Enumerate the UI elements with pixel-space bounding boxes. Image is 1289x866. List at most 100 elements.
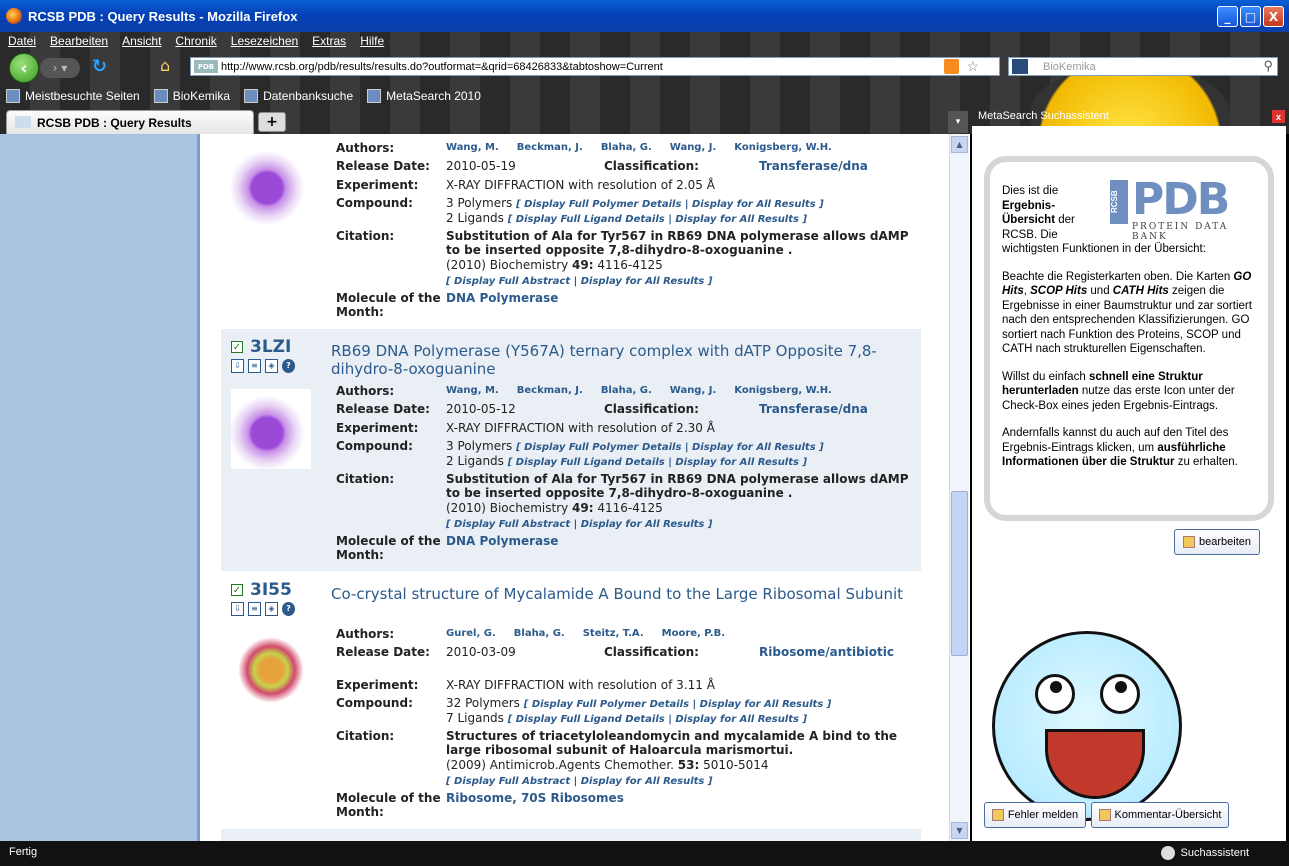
menu-chronik[interactable]: Chronik — [175, 34, 216, 48]
author-link[interactable]: Konigsberg, W.H. — [734, 385, 832, 396]
release-date: 2010-05-12 — [446, 402, 516, 416]
viewer-icon[interactable]: ◈ — [265, 359, 278, 373]
tab-query-results[interactable]: RCSB PDB : Query Results — [6, 110, 254, 134]
classification-link[interactable]: Transferase/dna — [759, 402, 868, 416]
author-link[interactable]: Blaha, G. — [601, 385, 652, 396]
menu-ansicht[interactable]: Ansicht — [122, 34, 161, 48]
structure-thumbnail[interactable] — [231, 630, 311, 710]
structure-thumbnail[interactable] — [231, 144, 311, 224]
menu-bearbeiten[interactable]: Bearbeiten — [50, 34, 108, 48]
maximize-button[interactable]: □ — [1240, 6, 1261, 27]
back-button[interactable]: ‹ — [9, 53, 39, 83]
polymer-details-links[interactable]: [ Display Full Polymer Details | Display… — [516, 199, 824, 210]
result-title-link[interactable]: Co-crystal structure of Mycalamide A Bou… — [331, 585, 911, 603]
result-checkbox[interactable]: ✓ — [231, 584, 243, 596]
compound-polymers: 3 Polymers [ Display Full Polymer Detail… — [446, 439, 824, 453]
bookmark-metasearch[interactable]: MetaSearch 2010 — [367, 89, 481, 103]
polymer-details-links[interactable]: [ Display Full Polymer Details | Display… — [516, 442, 824, 453]
biokemika-icon — [153, 89, 168, 103]
scroll-thumb[interactable] — [951, 491, 968, 656]
abstract-links[interactable]: [ Display Full Abstract | Display for Al… — [446, 273, 712, 287]
author-link[interactable]: Blaha, G. — [514, 628, 565, 639]
url-bar[interactable]: PDB http://www.rcsb.org/pdb/results/resu… — [190, 57, 1000, 76]
home-icon[interactable]: ⌂ — [160, 56, 182, 78]
search-bar[interactable]: BioKemika ⚲ — [1008, 57, 1278, 76]
document-icon[interactable]: ≡ — [248, 602, 261, 616]
author-link[interactable]: Wang, M. — [446, 142, 499, 153]
menu-lesezeichen[interactable]: Lesezeichen — [231, 34, 298, 48]
author-link[interactable]: Beckman, J. — [517, 385, 583, 396]
ligand-details-links[interactable]: [ Display Full Ligand Details | Display … — [508, 457, 807, 468]
experiment-value: X-RAY DIFFRACTION with resolution of 2.3… — [446, 421, 715, 435]
bookmark-star-icon[interactable]: ☆ — [966, 58, 979, 75]
forward-button[interactable]: › ▾ — [40, 58, 80, 78]
vertical-scrollbar[interactable]: ▲ ▼ — [949, 134, 969, 841]
edit-button[interactable]: bearbeiten — [1174, 529, 1260, 555]
search-assistant-status[interactable]: Suchassistent — [1160, 846, 1249, 860]
structure-thumbnail[interactable] — [231, 389, 311, 469]
ligand-details-links[interactable]: [ Display Full Ligand Details | Display … — [508, 714, 807, 725]
molecule-link[interactable]: DNA Polymerase — [446, 534, 558, 548]
authors-list: Gurel, G. Blaha, G. Steitz, T.A. Moore, … — [446, 628, 725, 639]
author-link[interactable]: Wang, M. — [446, 385, 499, 396]
folder-icon — [6, 89, 20, 103]
help-icon[interactable]: ? — [282, 602, 295, 616]
close-sidebar-button[interactable]: x — [1272, 110, 1285, 123]
bookmark-most-visited[interactable]: Meistbesuchte Seiten — [6, 89, 140, 103]
citation-label: Citation: — [336, 729, 395, 743]
author-link[interactable]: Wang, J. — [670, 142, 717, 153]
pdb-id-link[interactable]: 3I55 — [250, 580, 292, 600]
scroll-up-button[interactable]: ▲ — [951, 136, 968, 153]
classification-link[interactable]: Transferase/dna — [759, 159, 868, 173]
classification-link[interactable]: Ribosome/antibiotic — [759, 645, 894, 659]
menu-datei[interactable]: Datei — [8, 34, 36, 48]
menu-hilfe[interactable]: Hilfe — [360, 34, 384, 48]
forward-arrow-icon: › ▾ — [52, 61, 68, 75]
rss-icon[interactable] — [944, 59, 959, 74]
comment-icon — [1098, 809, 1111, 821]
tab-list-button[interactable]: ▾ — [948, 111, 968, 133]
report-error-button[interactable]: Fehler melden — [984, 802, 1086, 828]
results-list: Authors: Wang, M. Beckman, J. Blaha, G. … — [206, 134, 948, 841]
molecule-link[interactable]: DNA Polymerase — [446, 291, 558, 305]
abstract-links[interactable]: [ Display Full Abstract | Display for Al… — [446, 516, 712, 530]
molecule-link[interactable]: Ribosome, 70S Ribosomes — [446, 791, 624, 805]
polymer-details-links[interactable]: [ Display Full Polymer Details | Display… — [524, 699, 832, 710]
author-link[interactable]: Blaha, G. — [601, 142, 652, 153]
bookmark-biokemika[interactable]: BioKemika — [153, 89, 230, 103]
citation-reference: (2009) Antimicrob.Agents Chemother. 53: … — [446, 758, 769, 772]
author-link[interactable]: Steitz, T.A. — [583, 628, 644, 639]
window-title: RCSB PDB : Query Results - Mozilla Firef… — [28, 8, 298, 24]
author-link[interactable]: Wang, J. — [670, 385, 717, 396]
search-engine-icon[interactable] — [1012, 59, 1028, 74]
search-icon[interactable]: ⚲ — [1263, 58, 1273, 74]
new-tab-button[interactable]: + — [258, 112, 286, 132]
help-icon[interactable]: ? — [282, 359, 295, 373]
authors-label: Authors: — [336, 384, 395, 398]
menu-bar: Datei Bearbeiten Ansicht Chronik Lesezei… — [0, 32, 384, 50]
document-icon[interactable]: ≡ — [248, 359, 261, 373]
bookmark-datenbanksuche[interactable]: Datenbanksuche — [244, 89, 353, 103]
ligand-details-links[interactable]: [ Display Full Ligand Details | Display … — [508, 214, 807, 225]
author-link[interactable]: Konigsberg, W.H. — [734, 142, 832, 153]
download-icon[interactable]: ⇩ — [231, 359, 244, 373]
author-link[interactable]: Beckman, J. — [517, 142, 583, 153]
viewer-icon[interactable]: ◈ — [265, 602, 278, 616]
reload-icon[interactable]: ↻ — [92, 56, 114, 78]
minimize-button[interactable]: _ — [1217, 6, 1238, 27]
abstract-links[interactable]: [ Display Full Abstract | Display for Al… — [446, 773, 712, 787]
site-favicon: PDB — [194, 60, 218, 73]
scroll-down-button[interactable]: ▼ — [951, 822, 968, 839]
author-link[interactable]: Moore, P.B. — [662, 628, 725, 639]
result-checkbox[interactable]: ✓ — [231, 341, 243, 353]
download-icon[interactable]: ⇩ — [231, 602, 244, 616]
menu-extras[interactable]: Extras — [312, 34, 346, 48]
close-window-button[interactable]: X — [1263, 6, 1284, 27]
pdb-id-link[interactable]: 3LZI — [250, 337, 291, 357]
help-paragraph-3: Willst du einfach schnell eine Struktur … — [1002, 370, 1235, 412]
author-link[interactable]: Gurel, G. — [446, 628, 496, 639]
molecule-label-2: Month: — [336, 305, 384, 319]
molecule-label-1: Molecule of the — [336, 291, 441, 305]
comments-overview-button[interactable]: Kommentar-Übersicht — [1091, 802, 1229, 828]
result-title-link[interactable]: RB69 DNA Polymerase (Y567A) ternary comp… — [331, 342, 911, 378]
